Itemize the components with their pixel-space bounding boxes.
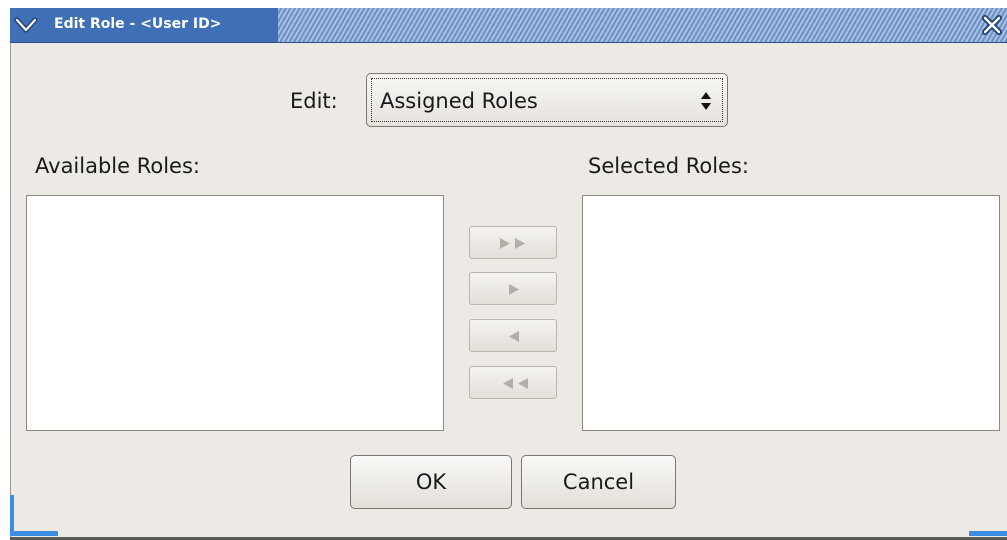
close-button[interactable] xyxy=(979,13,1005,37)
window-edge-accent xyxy=(10,531,58,536)
double-right-arrow-icon xyxy=(500,238,525,249)
selected-roles-list[interactable] xyxy=(582,195,1000,431)
window-edge-accent xyxy=(10,495,14,531)
edit-label: Edit: xyxy=(290,89,338,113)
up-down-arrows-icon xyxy=(701,92,711,110)
title-bar[interactable]: Edit Role - <User ID> xyxy=(10,8,1007,43)
window-title: Edit Role - <User ID> xyxy=(54,16,222,32)
edit-select-value: Assigned Roles xyxy=(380,89,538,113)
left-arrow-icon xyxy=(509,331,519,342)
cancel-button[interactable]: Cancel xyxy=(521,455,676,509)
edit-select[interactable]: Assigned Roles xyxy=(366,73,728,127)
available-roles-label: Available Roles: xyxy=(35,154,200,178)
ok-button[interactable]: OK xyxy=(350,455,512,509)
available-roles-list[interactable] xyxy=(26,195,444,431)
right-arrow-icon xyxy=(509,284,519,295)
selected-roles-label: Selected Roles: xyxy=(588,154,749,178)
remove-button[interactable] xyxy=(469,319,557,352)
edit-role-dialog: Edit Role - <User ID> Edit: Assigned Rol… xyxy=(0,0,1007,540)
add-all-button[interactable] xyxy=(469,226,557,259)
window-menu-button[interactable] xyxy=(12,13,40,37)
double-left-arrow-icon xyxy=(503,378,528,389)
close-icon xyxy=(982,15,1002,35)
add-button[interactable] xyxy=(469,272,557,305)
window-edge-accent xyxy=(969,531,1007,536)
chevron-down-icon xyxy=(14,17,38,33)
remove-all-button[interactable] xyxy=(469,366,557,399)
